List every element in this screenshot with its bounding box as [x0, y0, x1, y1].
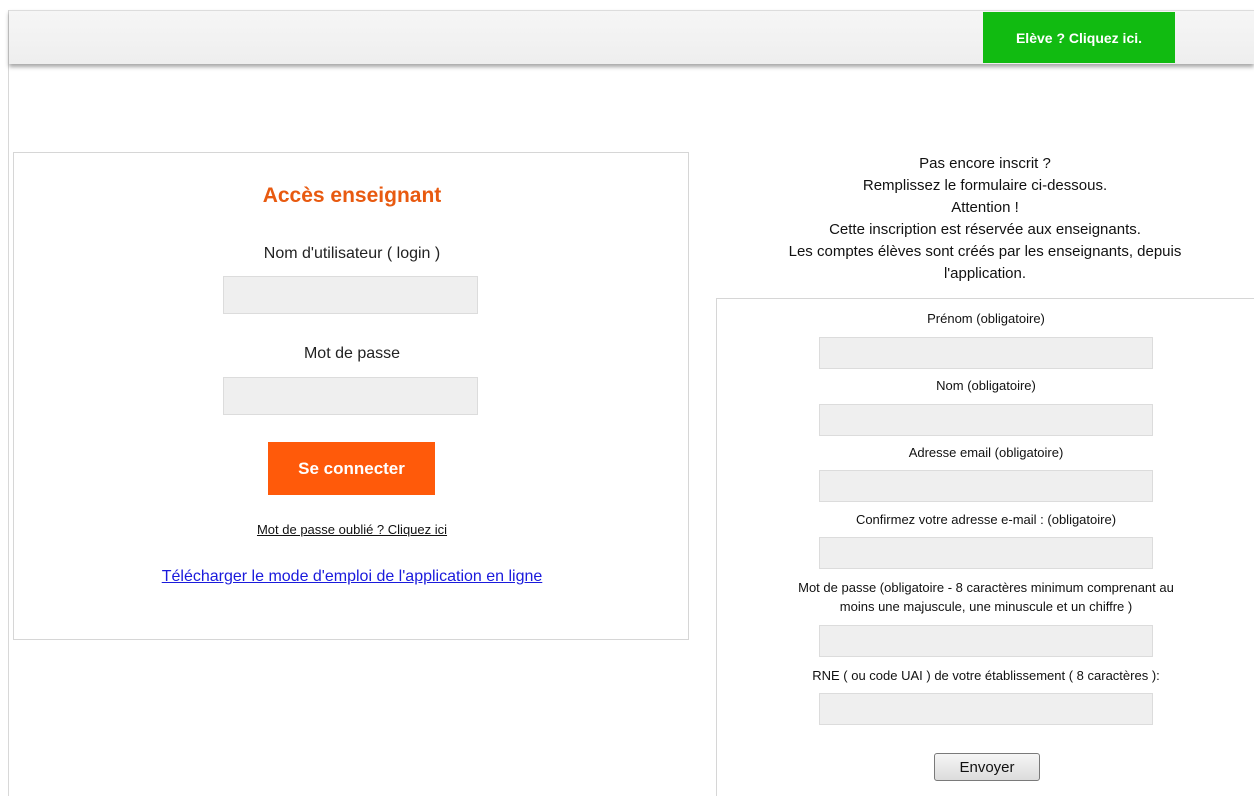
lastname-label: Nom (obligatoire) [936, 378, 1036, 393]
download-manual-link[interactable]: Télécharger le mode d'emploi de l'applic… [14, 568, 690, 586]
forgot-password-link[interactable]: Mot de passe oublié ? Cliquez ici [14, 522, 690, 537]
intro-line: Attention ! [951, 199, 1019, 216]
new-password-input[interactable] [819, 625, 1153, 657]
new-password-label-line2: moins une majuscule, une minuscule et un… [839, 599, 1133, 614]
send-button[interactable]: Envoyer [934, 753, 1040, 781]
email-confirm-input[interactable] [819, 537, 1153, 569]
teacher-login-panel: Accès enseignant Nom d'utilisateur ( log… [13, 152, 689, 640]
login-button[interactable]: Se connecter [268, 442, 435, 495]
lastname-input[interactable] [819, 404, 1153, 436]
email-confirm-label: Confirmez votre adresse e-mail : (obliga… [855, 512, 1117, 527]
left-border [8, 10, 9, 796]
intro-line: Cette inscription est réservée aux ensei… [829, 221, 1141, 238]
email-input[interactable] [819, 470, 1153, 502]
registration-intro: Pas encore inscrit ? Remplissez le formu… [716, 153, 1254, 285]
password-label: Mot de passe [303, 345, 401, 362]
rne-label: RNE ( ou code UAI ) de votre établisseme… [812, 668, 1160, 683]
username-input[interactable] [223, 276, 478, 314]
intro-line: Pas encore inscrit ? [919, 155, 1051, 172]
firstname-label: Prénom (obligatoire) [927, 311, 1045, 326]
registration-form: Prénom (obligatoire) Nom (obligatoire) A… [716, 298, 1254, 796]
login-title: Accès enseignant [262, 184, 442, 207]
password-input[interactable] [223, 377, 478, 415]
firstname-input[interactable] [819, 337, 1153, 369]
page: Elève ? Cliquez ici. Accès enseignant No… [0, 0, 1254, 796]
intro-line: Remplissez le formulaire ci-dessous. [862, 177, 1108, 194]
new-password-label: Mot de passe (obligatoire - 8 caractères… [798, 580, 1174, 595]
intro-line: l'application. [943, 265, 1027, 282]
student-access-button[interactable]: Elève ? Cliquez ici. [983, 12, 1175, 63]
rne-input[interactable] [819, 693, 1153, 725]
intro-line: Les comptes élèves sont créés par les en… [788, 243, 1182, 260]
username-label: Nom d'utilisateur ( login ) [263, 245, 441, 262]
email-label: Adresse email (obligatoire) [908, 445, 1064, 460]
